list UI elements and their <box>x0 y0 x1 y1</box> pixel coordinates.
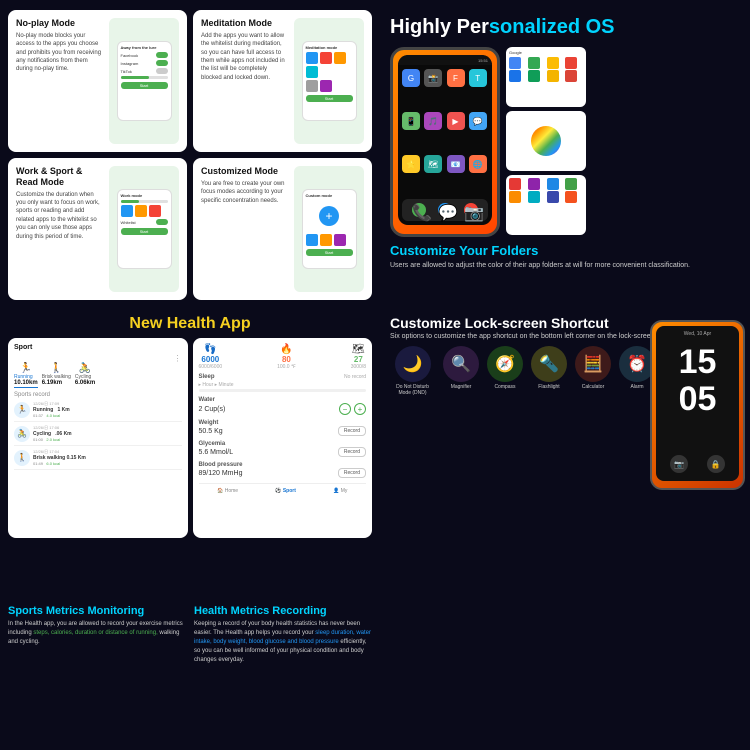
sport-card-title: Sport <box>14 344 182 351</box>
shortcut-magnifier: 🔍 Magnifier <box>443 346 479 396</box>
sports-record-label: Sports record <box>14 392 182 398</box>
record-icon-cycling: 🚴 <box>14 426 30 442</box>
meditation-desc: Add the apps you want to allow the white… <box>201 32 288 82</box>
health-app-section: New Health App Sport ⋮ 🏃 Running 10.10km… <box>0 310 380 600</box>
customized-mode-card: Customized Mode You are free to create y… <box>193 158 372 300</box>
work-sport-desc: Customize the duration when you only wan… <box>16 191 103 241</box>
magnifier-icon: 🔍 <box>443 346 479 382</box>
record-icon-running: 🏃 <box>14 402 30 418</box>
blood-pressure-section: Blood pressure 89/120 MmHg Record <box>199 462 367 478</box>
weight-record-btn[interactable]: Record <box>338 426 366 436</box>
tab-brisk-walking[interactable]: 🚶 Brisk walking 6.19km <box>42 363 71 388</box>
steps-stat: 👣 6000 6000/6000 <box>199 344 223 370</box>
calculator-icon: 🧮 <box>575 346 611 382</box>
customized-title: Customized Mode <box>201 166 288 177</box>
glycemia-record-btn[interactable]: Record <box>338 447 366 457</box>
bottom-right-spacer <box>380 600 750 750</box>
bottom-info-section: Sports Metrics Monitoring In the Health … <box>0 600 380 750</box>
sports-monitoring-title: Sports Metrics Monitoring <box>8 605 186 617</box>
customized-phone-mock: Custom mode + Start <box>294 166 364 292</box>
record-icon-walking: 🚶 <box>14 450 30 466</box>
lockscreen-section: Customize Lock-screen Shortcut Six optio… <box>380 310 750 600</box>
folders-desc: Users are allowed to adjust the color of… <box>390 261 740 271</box>
customize-folders-section: Customize Your Folders Users are allowed… <box>390 243 740 271</box>
weight-section: Weight 50.5 Kg Record <box>199 420 367 436</box>
tab-cycling[interactable]: 🚴 Cycling 6.06km <box>75 363 95 388</box>
distance-stat: 🗺 27 3000/8 <box>351 344 366 370</box>
health-heading: New Health App <box>8 315 372 333</box>
sleep-section: Sleep No record ▸ Hour ▸ Minute <box>199 374 367 392</box>
compass-icon: 🧭 <box>487 346 523 382</box>
sports-monitoring-col: Sports Metrics Monitoring In the Health … <box>8 605 186 745</box>
health-recording-title: Health Metrics Recording <box>194 605 372 617</box>
color-palette <box>531 126 561 156</box>
no-play-card: No-play Mode No-play mode blocks your ac… <box>8 10 187 152</box>
lockscreen-phone: Wed, 10 Apr 15 05 📷 🔒 <box>650 320 745 490</box>
personalized-os-section: Highly Personalized OS 15:51 G 📸 F T <box>380 0 750 310</box>
customized-desc: You are free to create your own focus mo… <box>201 180 288 205</box>
lock-time-hour: 15 <box>656 344 739 381</box>
metrics-card: 👣 6000 6000/6000 🔥 80 100.0 ℉ 🗺 27 3000/… <box>193 338 373 538</box>
flashlight-icon: 🔦 <box>531 346 567 382</box>
main-heading: Highly Personalized OS <box>390 15 740 39</box>
shortcut-compass: 🧭 Compass <box>487 346 523 396</box>
shortcut-flashlight: 🔦 Flashlight <box>531 346 567 396</box>
phone-showcase: 15:51 G 📸 F T 📱 🎵 ▶ 💬 ⭐ 🗺 <box>390 47 740 237</box>
water-increase-btn[interactable]: + <box>354 403 366 415</box>
calories-stat: 🔥 80 100.0 ℉ <box>277 344 296 370</box>
water-section: Water 2 Cup(s) − + <box>199 397 367 415</box>
blood-pressure-record-btn[interactable]: Record <box>338 468 366 478</box>
folders-subtitle: Customize Your Folders <box>390 243 740 258</box>
record-running: 🏃 12/26/日 17:09 Running 1 Km 01:37 4.0 k… <box>14 401 182 422</box>
no-play-desc: No-play mode blocks your access to the a… <box>16 32 103 74</box>
shortcut-dnd: 🌙 Do Not Disturb Mode (DND) <box>390 346 435 396</box>
tab-running[interactable]: 🏃 Running 10.10km <box>14 363 38 388</box>
shortcut-calculator: 🧮 Calculator <box>575 346 611 396</box>
meditation-phone-mock: Meditation mode Start <box>294 18 364 144</box>
water-decrease-btn[interactable]: − <box>339 403 351 415</box>
feature-cards-grid: No-play Mode No-play mode blocks your ac… <box>0 0 380 310</box>
main-phone-device: 15:51 G 📸 F T 📱 🎵 ▶ 💬 ⭐ 🗺 <box>390 47 500 237</box>
health-recording-col: Health Metrics Recording Keeping a recor… <box>194 605 372 745</box>
work-sport-phone-mock: Work mode Whitelist Start <box>109 166 179 292</box>
health-recording-desc: Keeping a record of your body health sta… <box>194 620 372 665</box>
work-sport-title: Work & Sport & Read Mode <box>16 166 103 188</box>
lock-time-min: 05 <box>656 381 739 418</box>
glycemia-section: Glycemia 5.6 Mmol/L Record <box>199 441 367 457</box>
meditation-title: Meditation Mode <box>201 18 288 29</box>
sport-card: Sport ⋮ 🏃 Running 10.10km 🚶 Brisk walkin… <box>8 338 188 538</box>
meditation-card: Meditation Mode Add the apps you want to… <box>193 10 372 152</box>
record-cycling: 🚴 12/26/日 17:06 Cycling .06 Km 01:00 2.0… <box>14 425 182 446</box>
work-sport-card: Work & Sport & Read Mode Customize the d… <box>8 158 187 300</box>
no-play-title: No-play Mode <box>16 18 103 29</box>
folder-screenshots: Google <box>506 47 586 235</box>
sports-monitoring-desc: In the Health app, you are allowed to re… <box>8 620 186 647</box>
dnd-icon: 🌙 <box>395 346 431 382</box>
no-play-phone-mock: Away from the lure Facebook Instagram Ti… <box>109 18 179 144</box>
record-brisk-walking: 🚶 12/26/日 17:04 Brisk walking 0.15 Km 01… <box>14 449 182 470</box>
